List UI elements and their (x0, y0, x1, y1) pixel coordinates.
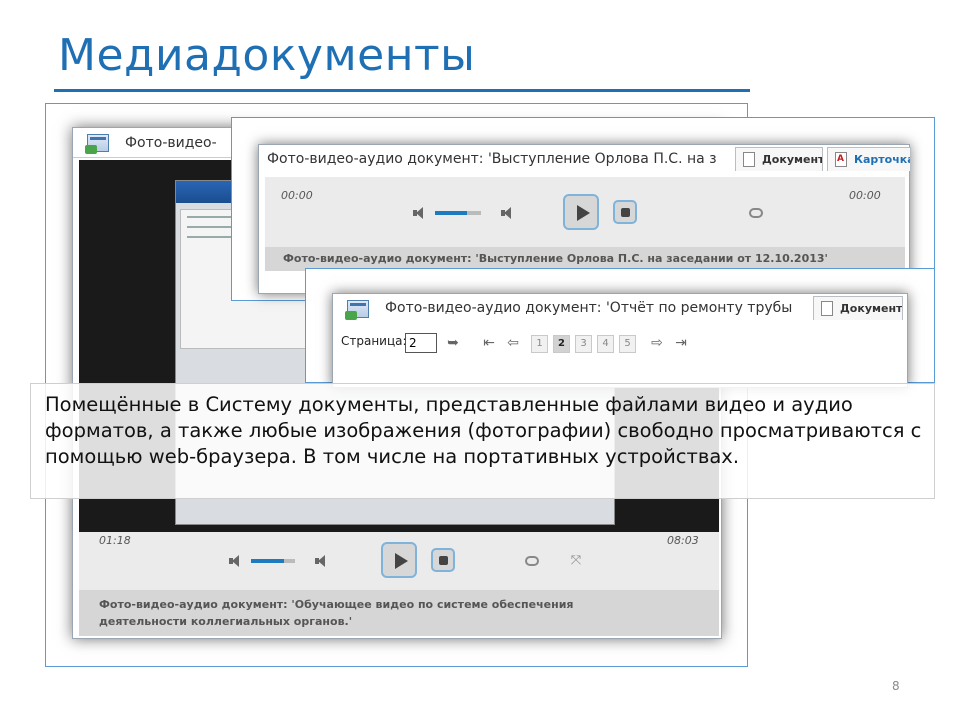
repeat-icon[interactable] (525, 556, 539, 566)
tab-card-label: Карточка (854, 153, 911, 166)
photo-document-window: Фото-видео-аудио документ: 'Отчёт по рем… (332, 293, 908, 388)
media-document-icon (345, 300, 369, 320)
slide-title: Медиадокументы (58, 30, 476, 81)
document-icon (743, 152, 755, 167)
pdf-icon (835, 152, 847, 167)
volume-fill (435, 211, 468, 215)
stop-icon (621, 208, 630, 217)
volume-slider[interactable] (251, 559, 295, 563)
stop-button[interactable] (431, 548, 455, 572)
tab-document-label: Документ (840, 302, 903, 315)
audio-window-title: Фото-видео-аудио документ: 'Выступление … (267, 151, 717, 167)
mute-icon[interactable] (229, 554, 243, 568)
video-total-time: 08:03 (667, 534, 699, 547)
title-underline (54, 89, 750, 92)
tab-document-label: Документ (762, 153, 823, 166)
volume-up-icon[interactable] (501, 206, 515, 220)
play-button[interactable] (563, 194, 599, 230)
page-button[interactable]: 5 (619, 335, 636, 353)
video-footer-title: Фото-видео-аудио документ: 'Обучающее ви… (99, 598, 574, 628)
photo-window-title: Фото-видео-аудио документ: 'Отчёт по рем… (385, 300, 793, 316)
stop-button[interactable] (613, 200, 637, 224)
page-number: 8 (892, 679, 900, 693)
page-button[interactable]: 1 (531, 335, 548, 353)
first-page-icon[interactable]: ⇤ (481, 335, 497, 351)
volume-up-icon[interactable] (315, 554, 329, 568)
page-label: Страница: (341, 334, 407, 348)
video-window-title: Фото-видео- (125, 135, 217, 151)
caption-text: Помещённые в Систему документы, представ… (45, 393, 922, 468)
page-number-input[interactable] (405, 333, 437, 353)
page-button-active[interactable]: 2 (553, 335, 570, 353)
page-button[interactable]: 3 (575, 335, 592, 353)
audio-total-time: 00:00 (849, 189, 881, 202)
audio-current-time: 00:00 (281, 189, 313, 202)
tab-card[interactable]: Карточка (827, 147, 911, 171)
volume-slider[interactable] (435, 211, 481, 215)
play-icon (395, 553, 408, 569)
play-button[interactable] (381, 542, 417, 578)
repeat-icon[interactable] (749, 208, 763, 218)
video-controls: 01:18 08:03 ⤧ (79, 532, 719, 590)
mute-icon[interactable] (413, 206, 427, 220)
video-current-time: 01:18 (99, 534, 131, 547)
volume-fill (251, 559, 284, 563)
tab-document[interactable]: Документ (735, 147, 823, 171)
prev-page-icon[interactable]: ⇦ (505, 335, 521, 351)
caption-box: Помещённые в Систему документы, представ… (30, 383, 935, 499)
play-icon (577, 205, 590, 221)
last-page-icon[interactable]: ⇥ (673, 335, 689, 351)
tab-document[interactable]: Документ (813, 296, 903, 320)
go-page-icon[interactable]: ➥ (445, 335, 461, 351)
document-icon (821, 301, 833, 316)
media-document-icon (85, 134, 109, 154)
audio-controls: 00:00 00:00 (265, 177, 905, 247)
video-window-footer: Фото-видео-аудио документ: 'Обучающее ви… (79, 590, 719, 636)
photo-screenshot-frame: Фото-видео-аудио документ: 'Отчёт по рем… (305, 268, 935, 388)
next-page-icon[interactable]: ⇨ (649, 335, 665, 351)
audio-footer-title: Фото-видео-аудио документ: 'Выступление … (283, 252, 828, 265)
stop-icon (439, 556, 448, 565)
fullscreen-icon[interactable]: ⤧ (569, 554, 583, 568)
page-button[interactable]: 4 (597, 335, 614, 353)
